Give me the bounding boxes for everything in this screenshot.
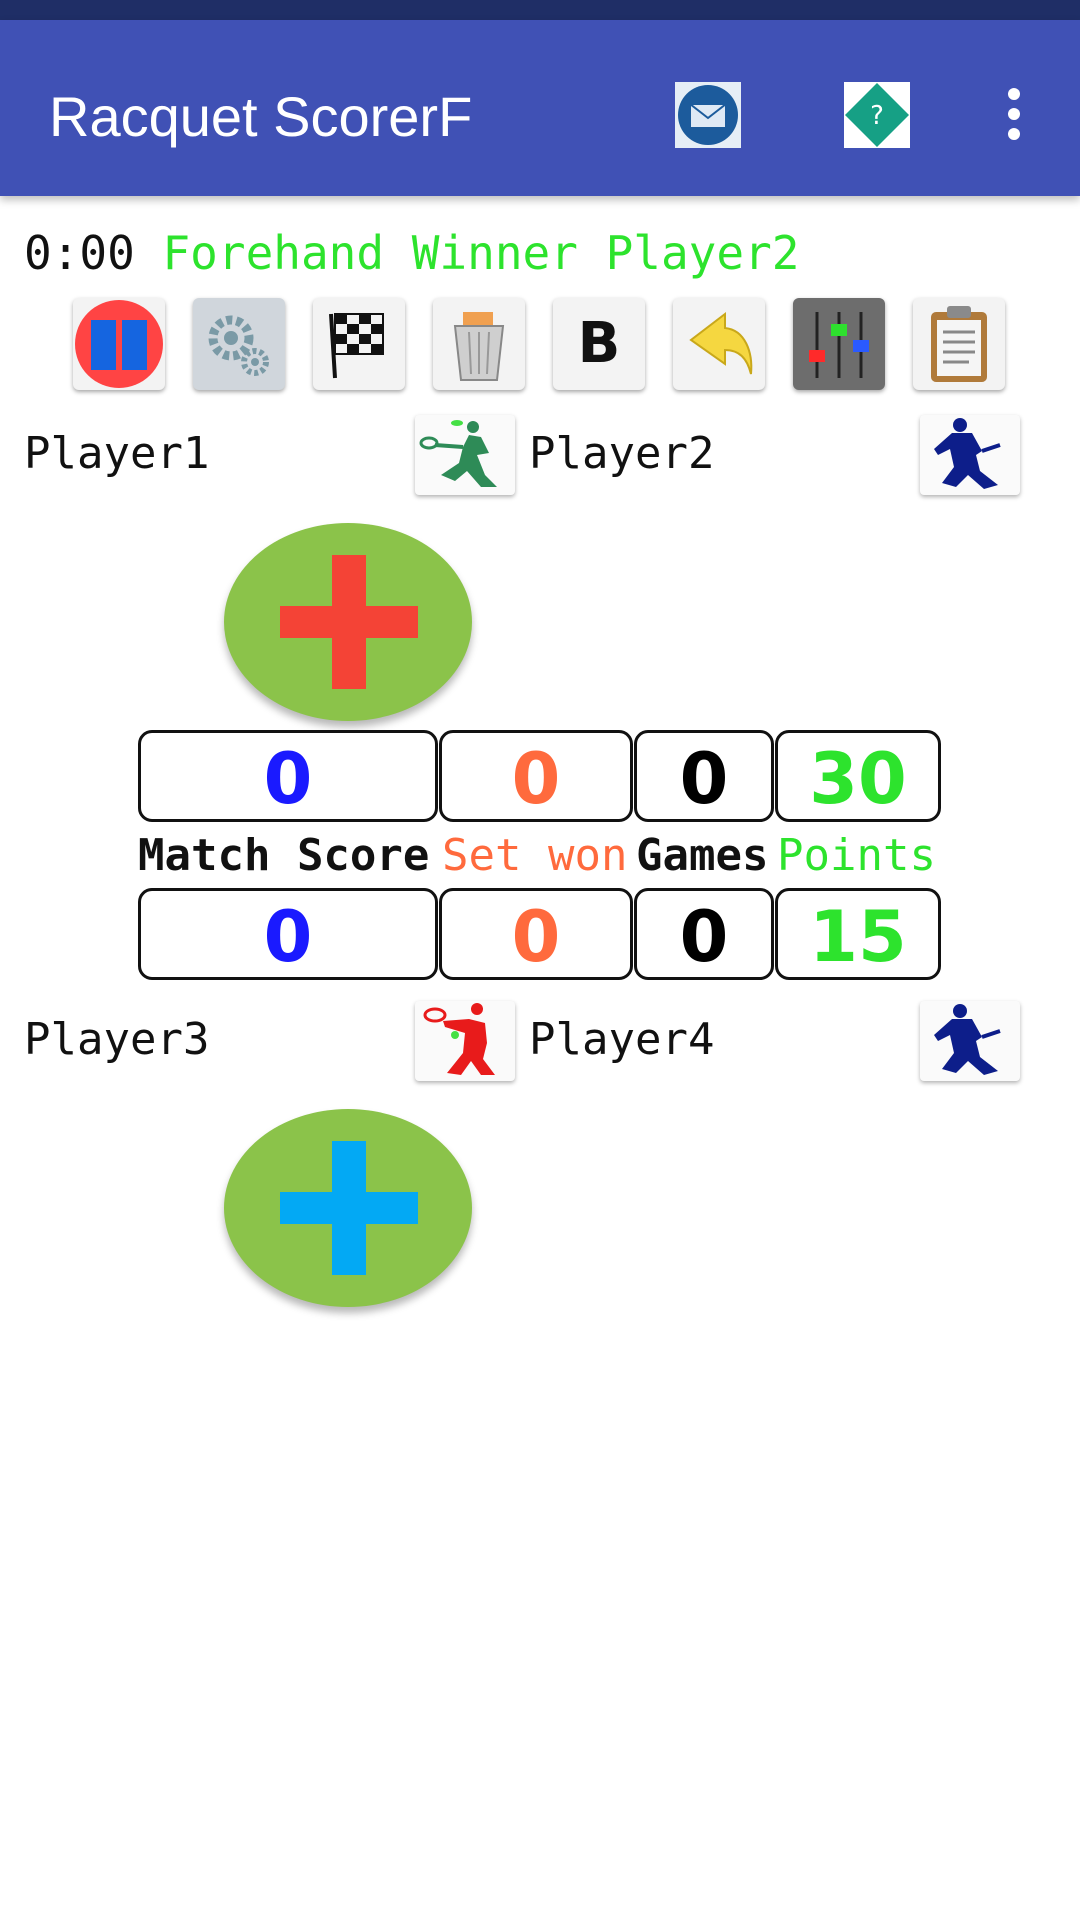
pause-button[interactable] [73, 298, 165, 390]
team1-match-score: 0 [138, 730, 438, 822]
games-header: Games [636, 830, 769, 881]
overflow-menu-icon[interactable] [996, 88, 1032, 148]
trash-icon[interactable] [433, 298, 525, 390]
player1-label[interactable]: Player1 [24, 428, 209, 479]
player3-tennis-icon[interactable] [415, 1001, 515, 1081]
settings-gears-icon[interactable] [193, 298, 285, 390]
last-event: Forehand Winner Player2 [162, 226, 800, 280]
points-header: Points [777, 830, 936, 881]
app-title: Racquet ScorerF [49, 85, 473, 148]
team2-sets-won: 0 [439, 888, 633, 980]
status-line: 0:00 Forehand Winner Player2 [24, 226, 799, 280]
help-icon[interactable]: ? [842, 80, 912, 150]
bold-b-button[interactable]: B [553, 298, 645, 390]
clipboard-icon[interactable] [913, 298, 1005, 390]
svg-text:?: ? [870, 101, 884, 131]
team1-games: 0 [634, 730, 774, 822]
team1-points: 30 [775, 730, 941, 822]
mixer-sliders-icon[interactable] [793, 298, 885, 390]
player2-tennis-icon[interactable] [920, 415, 1020, 495]
player3-label[interactable]: Player3 [24, 1014, 209, 1065]
player4-label[interactable]: Player4 [529, 1014, 714, 1065]
match-score-header: Match Score [138, 830, 430, 881]
add-point-team1-button[interactable] [224, 523, 472, 721]
svg-text:B: B [578, 311, 621, 376]
team2-match-score: 0 [138, 888, 438, 980]
checkered-flag-icon[interactable] [313, 298, 405, 390]
email-icon[interactable] [673, 80, 743, 150]
status-bar [0, 0, 1080, 20]
match-time: 0:00 [24, 226, 135, 280]
undo-icon[interactable] [673, 298, 765, 390]
player4-tennis-icon[interactable] [920, 1001, 1020, 1081]
app-bar: Racquet ScorerF ? [0, 20, 1080, 196]
add-point-team2-button[interactable] [224, 1109, 472, 1307]
player2-label[interactable]: Player2 [529, 428, 714, 479]
team2-games: 0 [634, 888, 774, 980]
team1-sets-won: 0 [439, 730, 633, 822]
team2-points: 15 [775, 888, 941, 980]
player1-tennis-icon[interactable] [415, 415, 515, 495]
set-won-header: Set won [442, 830, 628, 881]
